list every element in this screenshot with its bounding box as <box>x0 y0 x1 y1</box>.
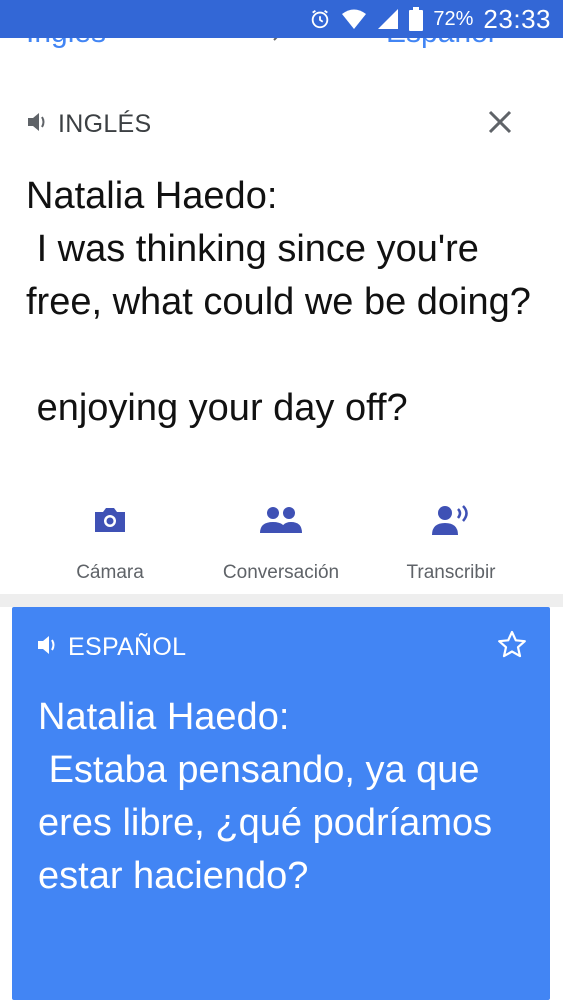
conversation-button[interactable]: Conversación <box>196 500 366 584</box>
battery-icon <box>409 7 424 31</box>
people-icon <box>196 500 366 540</box>
input-actions: Cámara Conversación Transcribir <box>0 500 563 590</box>
battery-percent: 72% <box>433 7 474 30</box>
translation-text[interactable]: Natalia Haedo: Estaba pensando, ya que e… <box>38 691 538 903</box>
source-text[interactable]: Natalia Haedo: I was thinking since you'… <box>26 170 551 435</box>
divider <box>0 594 563 607</box>
source-card: INGLÉS Natalia Haedo: I was thinking sin… <box>0 66 563 594</box>
clock: 23:33 <box>483 3 551 34</box>
target-language-button[interactable]: Español <box>386 38 494 50</box>
source-language-button[interactable]: Inglés <box>26 38 106 50</box>
speaker-icon[interactable] <box>26 111 50 138</box>
translation-header: ESPAÑOL <box>36 633 186 662</box>
transcribe-button[interactable]: Transcribir <box>366 500 536 584</box>
conversation-label: Conversación <box>222 562 340 583</box>
swap-languages-icon[interactable] <box>264 38 280 44</box>
wifi-icon <box>341 8 367 30</box>
status-bar: 72% 23:33 <box>0 0 563 38</box>
star-icon[interactable] <box>496 629 528 661</box>
close-icon[interactable] <box>486 108 514 136</box>
translation-card: ESPAÑOL Natalia Haedo: Estaba pensando, … <box>12 607 550 1000</box>
language-bar: Inglés Español <box>0 38 563 67</box>
source-header: INGLÉS <box>26 110 152 139</box>
transcribe-label: Transcribir <box>406 562 496 583</box>
transcribe-icon <box>366 500 536 540</box>
camera-label: Cámara <box>76 562 144 583</box>
source-language-label: INGLÉS <box>58 110 152 138</box>
camera-icon <box>25 500 195 540</box>
target-language-label: ESPAÑOL <box>68 633 187 661</box>
alarm-icon <box>309 8 331 30</box>
signal-icon <box>377 8 399 30</box>
speaker-icon[interactable] <box>36 634 60 661</box>
camera-button[interactable]: Cámara <box>25 500 195 584</box>
